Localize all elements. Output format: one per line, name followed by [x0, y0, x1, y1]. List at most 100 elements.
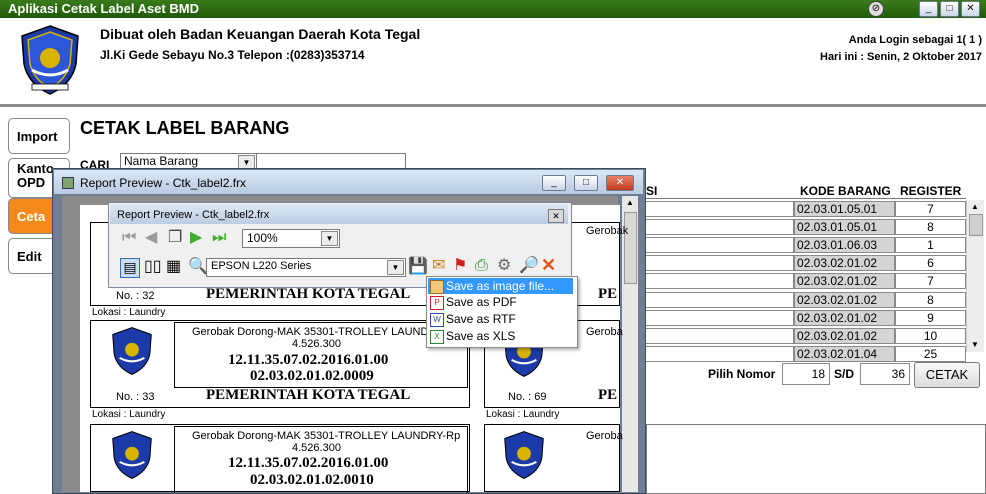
label-code-2: 02.03.02.01.02.0010: [250, 472, 374, 488]
menu-item-save-xls[interactable]: X Save as XLS: [428, 328, 573, 344]
search-field-value: Nama Barang: [124, 154, 199, 168]
table-cell-register[interactable]: 10: [895, 327, 966, 344]
close-icon[interactable]: ✕: [541, 256, 556, 274]
menu-item-label: Save as PDF: [446, 295, 517, 309]
table-cell-blank[interactable]: [644, 273, 794, 290]
minimize-button[interactable]: _: [919, 1, 938, 17]
org-address: Jl.Ki Gede Sebayu No.3 Telepon :(0283)35…: [100, 48, 365, 62]
label-lokasi: Lokasi : Laundry: [486, 409, 560, 420]
print-icon[interactable]: ⎙: [475, 258, 488, 274]
table-cell-blank[interactable]: [644, 237, 794, 254]
export-icon[interactable]: ⚑: [453, 258, 467, 274]
label-name-partial: Gerobak: [586, 225, 629, 237]
table-cell-kode[interactable]: 02.03.02.01.02: [794, 273, 895, 290]
preview-scrollbar[interactable]: ▲: [622, 196, 638, 492]
two-page-view-icon[interactable]: ▯▯: [144, 259, 162, 275]
printer-select[interactable]: EPSON L220 Series ▼: [206, 258, 406, 277]
table-cell-kode[interactable]: 02.03.01.06.03: [794, 237, 895, 254]
table-cell-blank[interactable]: [644, 291, 794, 308]
rtf-icon: W: [430, 313, 444, 327]
find-icon[interactable]: 🔎: [519, 258, 539, 274]
scroll-up-icon[interactable]: ▲: [967, 200, 983, 214]
zoom-select[interactable]: 100% ▼: [242, 229, 340, 248]
preview-maximize-button[interactable]: □: [574, 175, 598, 191]
table-cell-register[interactable]: 7: [895, 201, 966, 217]
email-icon[interactable]: ✉: [432, 258, 445, 274]
kota-tegal-logo: [112, 431, 152, 479]
printer-value: EPSON L220 Series: [211, 260, 312, 272]
table-cell-kode[interactable]: 02.03.02.01.02: [794, 255, 895, 272]
label-code-2: 02.03.02.01.02.0009: [250, 368, 374, 384]
chevron-down-icon: ▼: [387, 260, 404, 275]
cetak-button[interactable]: CETAK: [914, 362, 980, 388]
table-scrollbar[interactable]: ▲ ▼: [966, 200, 984, 352]
menu-item-label: Save as image file...: [446, 279, 555, 293]
settings-icon[interactable]: ⚙: [497, 258, 511, 274]
label-lokasi: Lokasi : Laundry: [92, 409, 166, 420]
report-preview-icon: [62, 177, 74, 189]
sd-label: S/D: [834, 367, 855, 381]
nomor-from-input[interactable]: 18: [782, 363, 830, 385]
table-cell-blank[interactable]: [644, 255, 794, 272]
save-icon[interactable]: 💾: [408, 259, 428, 275]
table-cell-register[interactable]: 6: [895, 255, 966, 272]
kota-tegal-logo: [112, 327, 152, 375]
kota-tegal-logo: [21, 25, 79, 95]
image-file-icon: [430, 280, 444, 294]
prev-page-icon[interactable]: ◀: [145, 230, 157, 246]
menu-item-label: Save as XLS: [446, 329, 516, 343]
next-page-icon[interactable]: ▶: [190, 230, 202, 246]
last-page-icon[interactable]: ⏭: [212, 230, 226, 246]
table-cell-blank[interactable]: [644, 309, 794, 326]
label-item-name: Gerobak Dorong-MAK 35301-TROLLEY LAUNDRY…: [192, 326, 461, 338]
table-cell-register[interactable]: 1: [895, 237, 966, 254]
zoom-icon[interactable]: 🔍: [188, 259, 208, 275]
table-cell-blank[interactable]: [644, 327, 794, 344]
table-cell-kode[interactable]: 02.03.01.05.01: [794, 219, 895, 236]
label-org: PEMERINTAH KOTA TEGAL: [206, 387, 411, 403]
table-cell-blank[interactable]: [644, 345, 794, 362]
table-header-line: [644, 198, 966, 199]
multi-page-view-icon[interactable]: ▦: [166, 259, 181, 275]
table-cell-kode[interactable]: 02.03.02.01.02: [794, 291, 895, 308]
help-icon[interactable]: ⊘: [868, 1, 884, 17]
menu-item-save-pdf[interactable]: P Save as PDF: [428, 294, 573, 310]
table-cell-register[interactable]: 7: [895, 273, 966, 290]
org-name: Dibuat oleh Badan Keuangan Daerah Kota T…: [100, 26, 421, 42]
label-number: No. : 69: [508, 391, 547, 403]
preview-minimize-button[interactable]: _: [542, 175, 566, 191]
table-cell-kode[interactable]: 02.03.02.01.02: [794, 309, 895, 326]
table-cell-kode[interactable]: 02.03.02.01.04: [794, 345, 895, 362]
label-code-1: 12.11.35.07.02.2016.01.00: [228, 455, 389, 471]
table-header-register: REGISTER: [900, 184, 962, 198]
date-info: Hari ini : Senin, 2 Oktober 2017: [820, 51, 982, 63]
label-price: 4.526.300: [292, 442, 341, 454]
table-cell-blank[interactable]: [644, 201, 794, 217]
menu-item-save-rtf[interactable]: W Save as RTF: [428, 311, 573, 327]
label-item-name: Gerobak Dorong-MAK 35301-TROLLEY LAUNDRY…: [192, 430, 461, 442]
table-cell-kode[interactable]: 02.03.02.01.02: [794, 327, 895, 344]
scroll-down-icon[interactable]: ▼: [967, 338, 983, 352]
kota-tegal-logo: [504, 431, 544, 479]
table-cell-blank[interactable]: [644, 219, 794, 236]
close-window-button[interactable]: ✕: [961, 1, 980, 17]
table-cell-kode[interactable]: 02.03.01.05.01: [794, 201, 895, 217]
single-page-view-icon[interactable]: ▤: [120, 258, 140, 278]
label-number: No. : 33: [116, 391, 155, 403]
bottom-panel: [646, 424, 986, 494]
table-cell-register[interactable]: 9: [895, 309, 966, 326]
preview-close-button[interactable]: ✕: [606, 175, 634, 191]
scroll-thumb[interactable]: [624, 212, 637, 284]
menu-item-save-image[interactable]: Save as image file...: [428, 278, 573, 294]
nomor-to-input[interactable]: 36: [860, 363, 910, 385]
table-cell-register[interactable]: 8: [895, 219, 966, 236]
toolbar-close-button[interactable]: ✕: [548, 209, 564, 223]
maximize-button[interactable]: □: [940, 1, 959, 17]
scroll-up-icon[interactable]: ▲: [622, 196, 638, 210]
copy-pages-icon[interactable]: ❐: [168, 230, 182, 246]
scroll-thumb[interactable]: [969, 214, 983, 236]
table-cell-register[interactable]: 25: [895, 345, 966, 362]
table-cell-register[interactable]: 8: [895, 291, 966, 308]
nav-import-button[interactable]: Import: [8, 118, 70, 154]
first-page-icon[interactable]: ⏮: [122, 230, 136, 246]
